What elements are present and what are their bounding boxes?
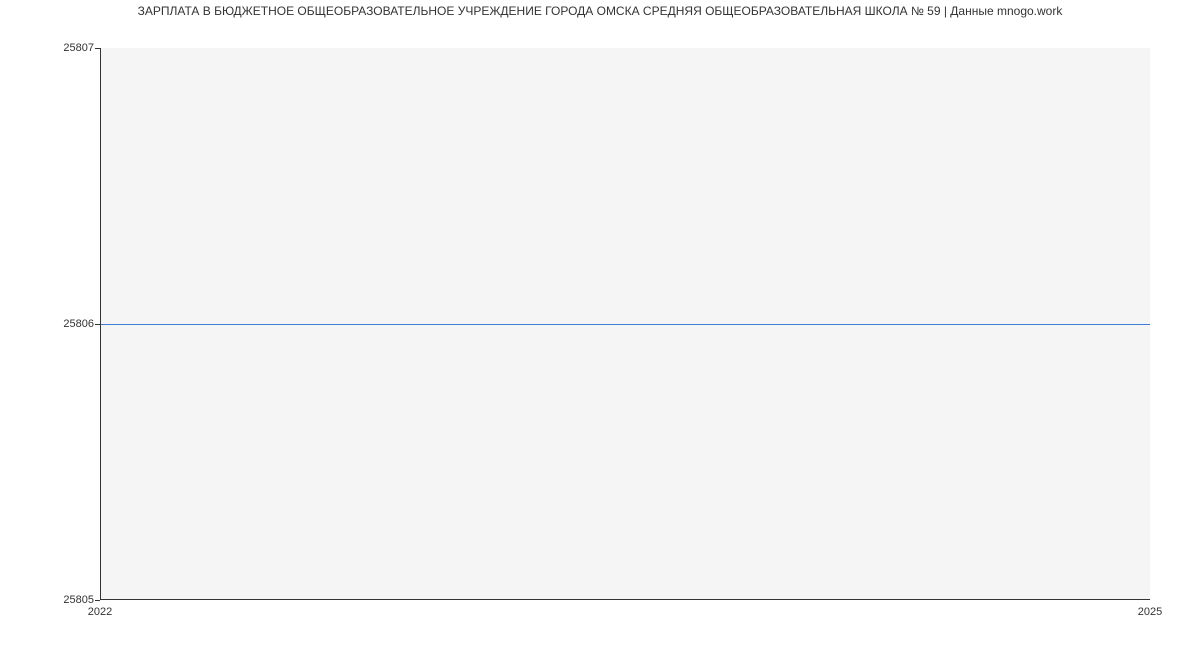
y-tick-label: 25807 (34, 42, 94, 54)
y-tick-mark (95, 600, 100, 601)
x-tick-label: 2022 (88, 606, 112, 618)
data-line-salary (101, 324, 1150, 325)
chart-title: ЗАРПЛАТА В БЮДЖЕТНОЕ ОБЩЕОБРАЗОВАТЕЛЬНОЕ… (0, 4, 1200, 18)
plot-area (100, 48, 1150, 600)
y-tick-label: 25806 (34, 318, 94, 330)
x-tick-label: 2025 (1138, 606, 1162, 618)
y-tick-label: 25805 (34, 594, 94, 606)
salary-chart: ЗАРПЛАТА В БЮДЖЕТНОЕ ОБЩЕОБРАЗОВАТЕЛЬНОЕ… (0, 0, 1200, 650)
